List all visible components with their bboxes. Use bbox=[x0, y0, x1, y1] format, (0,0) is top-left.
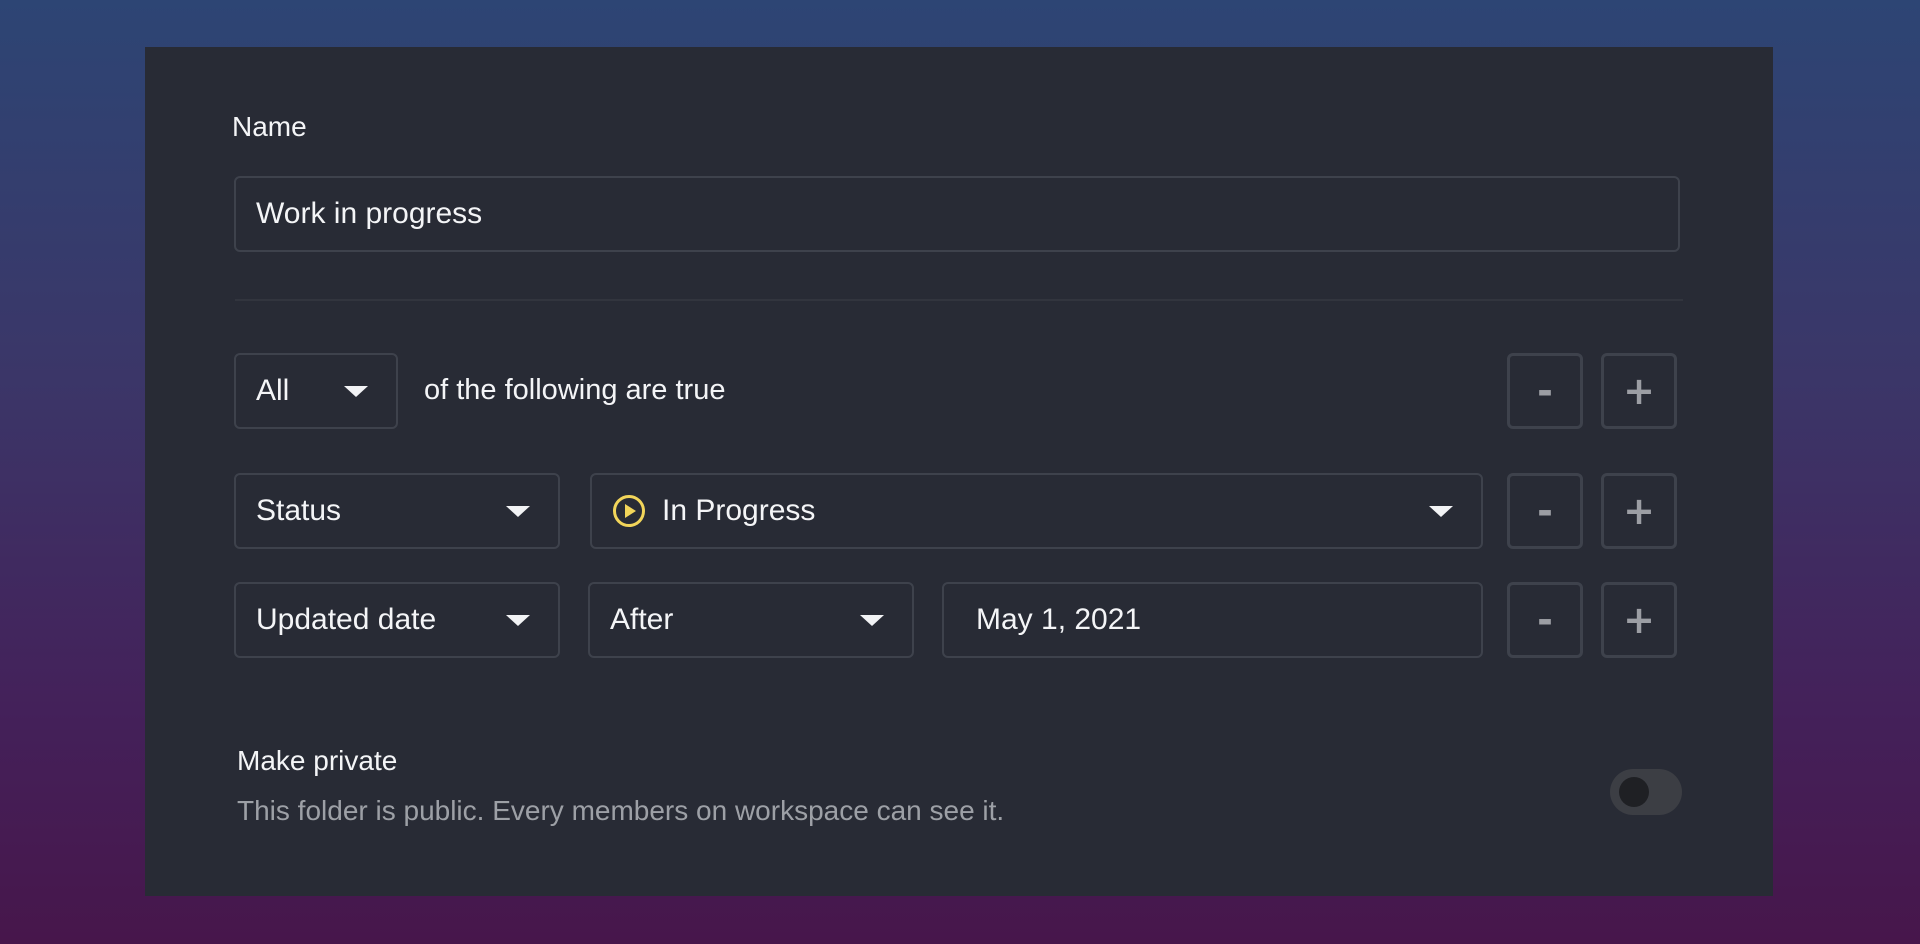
condition-operator-value: After bbox=[610, 603, 674, 636]
remove-condition-button[interactable]: - bbox=[1507, 473, 1583, 549]
name-input-value: Work in progress bbox=[256, 197, 483, 230]
chevron-down-icon bbox=[344, 386, 368, 397]
name-input[interactable]: Work in progress bbox=[234, 176, 1680, 252]
condition-field-value: Updated date bbox=[256, 603, 437, 636]
date-input[interactable]: May 1, 2021 bbox=[942, 582, 1483, 658]
condition-field-value: Status bbox=[256, 494, 342, 527]
condition-field-select[interactable]: Status bbox=[234, 473, 560, 549]
play-circle-icon bbox=[613, 495, 645, 527]
chevron-down-icon bbox=[506, 506, 530, 517]
quantifier-suffix: of the following are true bbox=[424, 374, 726, 406]
condition-field-select[interactable]: Updated date bbox=[234, 582, 560, 658]
remove-group-button[interactable]: - bbox=[1507, 353, 1583, 429]
filter-panel: Name Work in progress All of the followi… bbox=[145, 47, 1773, 896]
name-label: Name bbox=[232, 111, 307, 142]
chevron-down-icon bbox=[506, 615, 530, 626]
condition-value-text: In Progress bbox=[662, 494, 816, 527]
add-condition-button[interactable]: + bbox=[1601, 473, 1677, 549]
make-private-toggle[interactable] bbox=[1610, 769, 1682, 815]
chevron-down-icon bbox=[860, 615, 884, 626]
make-private-description: This folder is public. Every members on … bbox=[237, 795, 1005, 826]
date-input-value: May 1, 2021 bbox=[976, 603, 1142, 636]
toggle-knob bbox=[1619, 777, 1649, 807]
remove-condition-button[interactable]: - bbox=[1507, 582, 1583, 658]
quantifier-select[interactable]: All bbox=[234, 353, 398, 429]
quantifier-select-value: All bbox=[256, 374, 290, 407]
add-group-button[interactable]: + bbox=[1601, 353, 1677, 429]
add-condition-button[interactable]: + bbox=[1601, 582, 1677, 658]
chevron-down-icon bbox=[1429, 506, 1453, 517]
condition-operator-select[interactable]: After bbox=[588, 582, 914, 658]
make-private-title: Make private bbox=[237, 745, 398, 776]
divider bbox=[235, 299, 1683, 301]
condition-value-select[interactable]: In Progress bbox=[590, 473, 1483, 549]
